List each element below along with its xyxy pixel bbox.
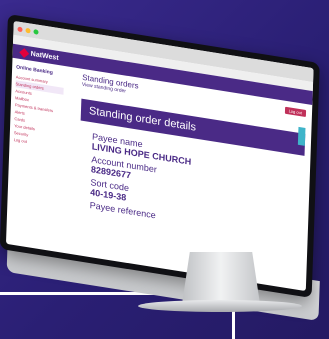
feedback-tab[interactable] [297, 126, 306, 146]
monitor: NatWest Online Banking Account summary S… [0, 0, 329, 339]
minimize-window-icon[interactable] [25, 27, 31, 34]
brand-name: NatWest [30, 50, 59, 62]
monitor-stand-base [138, 300, 302, 312]
natwest-logo-icon [19, 47, 30, 58]
monitor-screen: NatWest Online Banking Account summary S… [0, 14, 320, 299]
panel-title: Standing order details [88, 104, 197, 134]
close-window-icon[interactable] [17, 26, 23, 32]
maximize-window-icon[interactable] [33, 28, 39, 35]
browser-window: NatWest Online Banking Account summary S… [5, 20, 314, 292]
details-list: Payee name LIVING HOPE CHURCH Account nu… [90, 128, 192, 225]
sidebar: Online Banking Account summary Standing … [14, 64, 65, 150]
monitor-stand-neck [182, 252, 260, 304]
